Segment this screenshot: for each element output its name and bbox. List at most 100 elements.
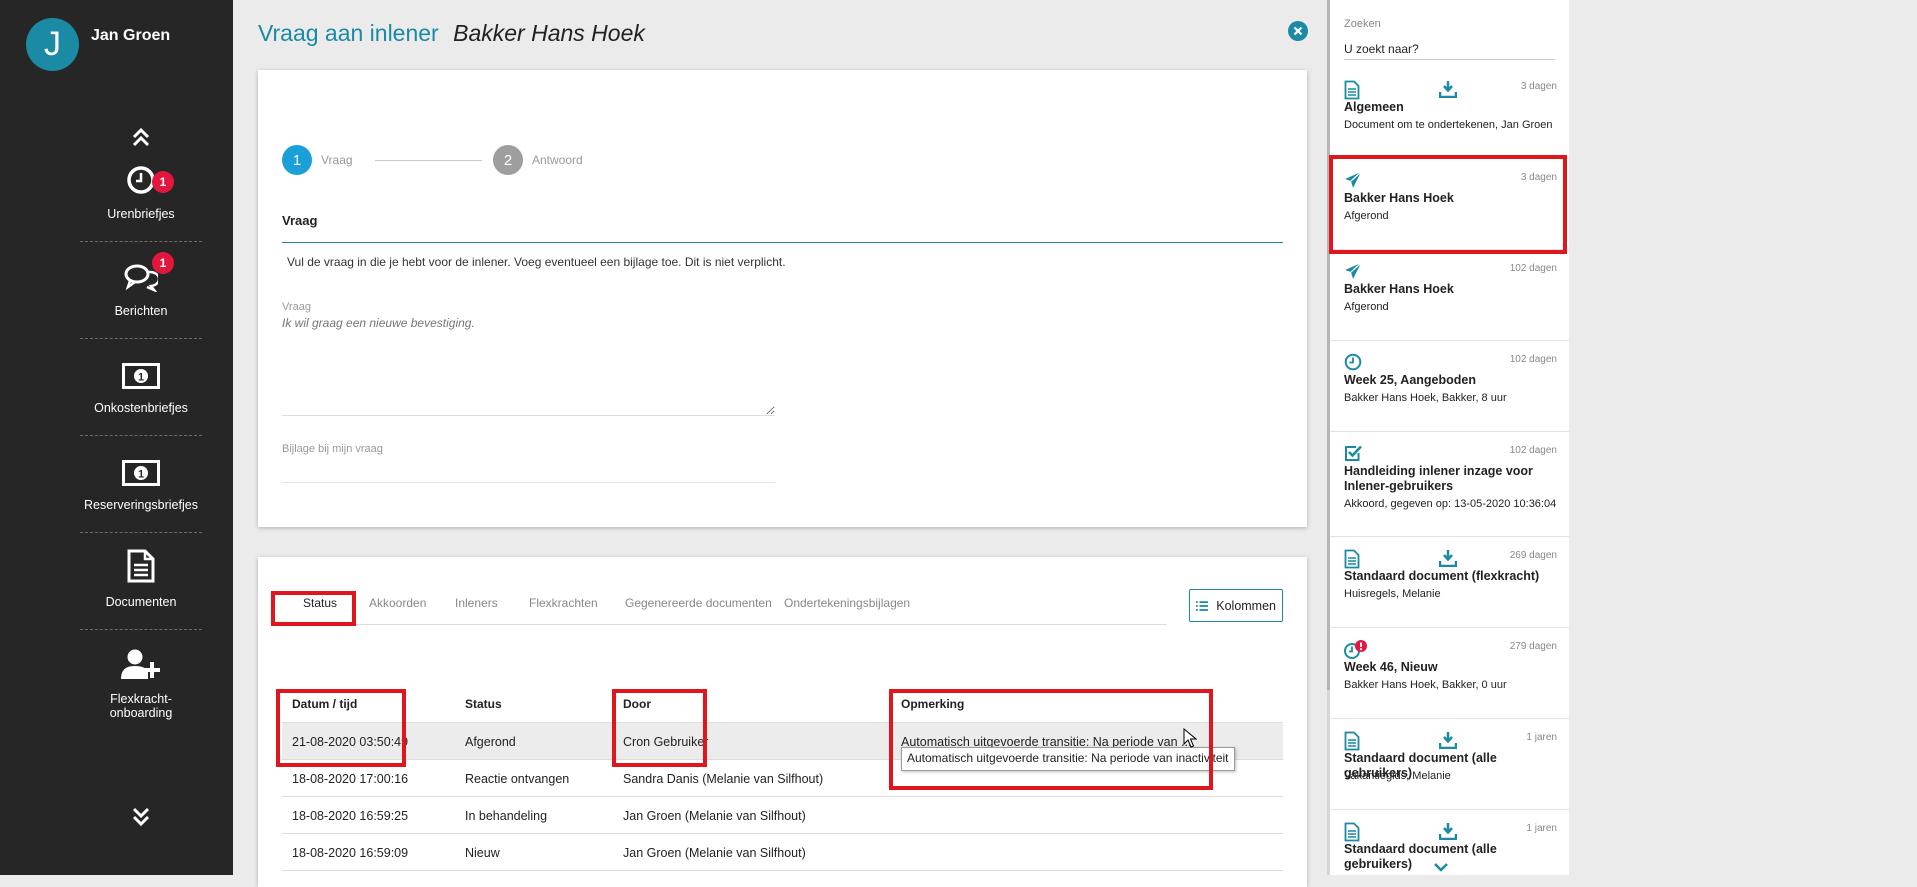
paper-plane-icon: [1345, 262, 1362, 279]
notification-badge: 1: [152, 171, 174, 193]
paper-plane-icon: [1345, 171, 1362, 188]
page-title: Vraag aan inlener Bakker Hans Hoek: [258, 20, 645, 47]
feed-item-standaard-document-alle[interactable]: 1 jaren Standaard document (alle gebruik…: [1330, 810, 1569, 875]
feed-item-algemeen[interactable]: 3 dagen Algemeen Document om te ondertek…: [1330, 68, 1569, 159]
search-input[interactable]: [1344, 38, 1555, 60]
step-label: Vraag: [321, 153, 353, 167]
columns-button[interactable]: Kolommen: [1189, 589, 1283, 622]
feed-item-standaard-document-flexkracht[interactable]: 269 dagen Standaard document (flexkracht…: [1330, 537, 1569, 628]
tab-status[interactable]: Status: [303, 596, 337, 610]
feed-time: 3 dagen: [1520, 172, 1557, 183]
sidebar-item-flexkracht-onboarding[interactable]: Flexkracht-onboarding: [80, 630, 202, 727]
activity-panel: Zoeken 3 dagen Algemeen Document om te o…: [1329, 0, 1569, 875]
step-connector: [375, 160, 482, 161]
chevron-down-icon[interactable]: [1433, 862, 1449, 872]
add-user-icon: [121, 649, 160, 679]
sidebar-item-reserveringsbriefjes[interactable]: 1 Reserveringsbriefjes: [80, 436, 202, 533]
step-2[interactable]: 2 Antwoord: [493, 145, 583, 175]
document-icon: [127, 549, 155, 583]
question-label: Vraag: [282, 301, 311, 313]
chevron-double-down-icon[interactable]: [125, 801, 157, 833]
feed-subtitle: Bakker Hans Hoek, Bakker, 0 uur: [1344, 679, 1507, 691]
column-header-door[interactable]: Door: [623, 697, 651, 711]
active-tab-indicator: [282, 623, 350, 626]
download-icon[interactable]: [1439, 80, 1457, 98]
feed-subtitle: Afgerond: [1344, 301, 1389, 313]
feed-title: Week 46, Nieuw: [1344, 660, 1438, 674]
feed-item-bakker-hans-hoek[interactable]: 3 dagen Bakker Hans Hoek Afgerond: [1330, 159, 1569, 250]
tab-akkoorden[interactable]: Akkoorden: [369, 596, 426, 610]
cell-datum: 18-08-2020 16:59:25: [292, 809, 409, 823]
column-header-opmerking[interactable]: Opmerking: [901, 697, 964, 711]
table-row[interactable]: 18-08-2020 16:59:09 Nieuw Jan Groen (Mel…: [282, 834, 1283, 871]
user-block[interactable]: J Jan Groen: [26, 18, 170, 71]
cell-door: Sandra Danis (Melanie van Silfhout): [623, 772, 824, 786]
question-form-card: 1 Vraag 2 Antwoord Vraag Vul de vraag in…: [258, 70, 1307, 527]
cell-status: Afgerond: [465, 735, 516, 749]
avatar[interactable]: J: [26, 18, 79, 71]
cell-status: Reactie ontvangen: [465, 772, 570, 786]
svg-text:1: 1: [138, 469, 144, 481]
step-number: 2: [493, 145, 523, 175]
svg-text:1: 1: [138, 372, 144, 384]
cell-datum: 21-08-2020 03:50:49: [292, 735, 409, 749]
close-button[interactable]: [1288, 21, 1308, 41]
feed-time: 3 dagen: [1520, 81, 1557, 92]
feed-subtitle: Vakantiegids, Melanie: [1344, 770, 1451, 782]
table-row[interactable]: 18-08-2020 16:59:25 In behandeling Jan G…: [282, 797, 1283, 834]
question-textarea[interactable]: [282, 316, 775, 416]
sidebar-item-label: Berichten: [114, 304, 168, 318]
download-icon[interactable]: [1439, 822, 1457, 840]
feed-title: Standaard document (alle gebruikers): [1344, 842, 1497, 871]
status-table: Datum / tijd Status Door Opmerking 21-08…: [282, 689, 1283, 871]
feed-time: 1 jaren: [1526, 823, 1557, 834]
feed-title: Bakker Hans Hoek: [1344, 282, 1454, 296]
feed-item-week-46[interactable]: 279 dagen Week 46, Nieuw Bakker Hans Hoe…: [1330, 628, 1569, 719]
step-label: Antwoord: [532, 153, 583, 167]
feed-item-bakker-hans-hoek[interactable]: 102 dagen Bakker Hans Hoek Afgerond: [1330, 250, 1569, 341]
download-icon[interactable]: [1439, 549, 1457, 567]
history-card: Status Akkoorden Inleners Flexkrachten G…: [258, 557, 1307, 887]
step-1[interactable]: 1 Vraag: [282, 145, 353, 175]
sidebar-item-label: Flexkracht-onboarding: [109, 692, 173, 720]
download-icon[interactable]: [1439, 731, 1457, 749]
tab-gegenereerde-documenten[interactable]: Gegenereerde documenten: [625, 596, 772, 610]
mouse-cursor-icon: [1183, 728, 1197, 748]
banknote-icon: 1: [122, 363, 160, 389]
section-title: Vraag: [282, 210, 1283, 243]
column-header-status[interactable]: Status: [465, 697, 502, 711]
step-number: 1: [282, 145, 312, 175]
sidebar-item-label: Documenten: [105, 595, 177, 609]
tab-flexkrachten[interactable]: Flexkrachten: [529, 596, 598, 610]
close-icon: [1293, 26, 1303, 36]
feed-subtitle: Huisregels, Melanie: [1344, 588, 1441, 600]
feed-time: 1 jaren: [1526, 732, 1557, 743]
clock-alert-icon: [1344, 640, 1367, 659]
columns-button-label: Kolommen: [1216, 598, 1276, 613]
feed-item-week-25[interactable]: 102 dagen Week 25, Aangeboden Bakker Han…: [1330, 341, 1569, 432]
cell-status: Nieuw: [465, 846, 500, 860]
feed-time: 102 dagen: [1509, 263, 1557, 274]
feed-item-standaard-document-alle[interactable]: 1 jaren Standaard document (alle gebruik…: [1330, 719, 1569, 810]
feed-title: Algemeen: [1344, 100, 1404, 114]
document-icon: [1344, 822, 1360, 842]
page-title-prefix: Vraag aan inlener: [258, 20, 439, 46]
tab-ondertekeningsbijlagen[interactable]: Ondertekeningsbijlagen: [784, 596, 910, 610]
feed-subtitle: Akkoord, gegeven op: 13-05-2020 10:36:04: [1344, 498, 1557, 510]
sidebar-item-documenten[interactable]: Documenten: [80, 533, 202, 630]
checkbox-icon: [1345, 445, 1362, 461]
tab-inleners[interactable]: Inleners: [455, 596, 498, 610]
clock-icon: [1344, 353, 1362, 371]
notification-badge: 1: [152, 252, 174, 274]
feed-subtitle: Document om te ondertekenen, Jan Groen: [1344, 119, 1553, 131]
attachment-field[interactable]: [282, 482, 775, 483]
feed-item-handleiding[interactable]: 102 dagen Handleiding inlener inzage voo…: [1330, 432, 1569, 537]
column-header-datum[interactable]: Datum / tijd: [292, 697, 357, 711]
sidebar-item-berichten[interactable]: 1 Berichten: [80, 242, 202, 339]
instruction-text: Vul de vraag in die je hebt voor de inle…: [287, 255, 786, 269]
cell-status: In behandeling: [465, 809, 548, 823]
feed-title: Bakker Hans Hoek: [1344, 191, 1454, 205]
sidebar-item-urenbriefjes[interactable]: 1 Urenbriefjes: [80, 145, 202, 242]
sidebar-item-onkostenbriefjes[interactable]: 1 Onkostenbriefjes: [80, 339, 202, 436]
main-content: Vraag aan inlener Bakker Hans Hoek 1 Vra…: [233, 0, 1327, 887]
